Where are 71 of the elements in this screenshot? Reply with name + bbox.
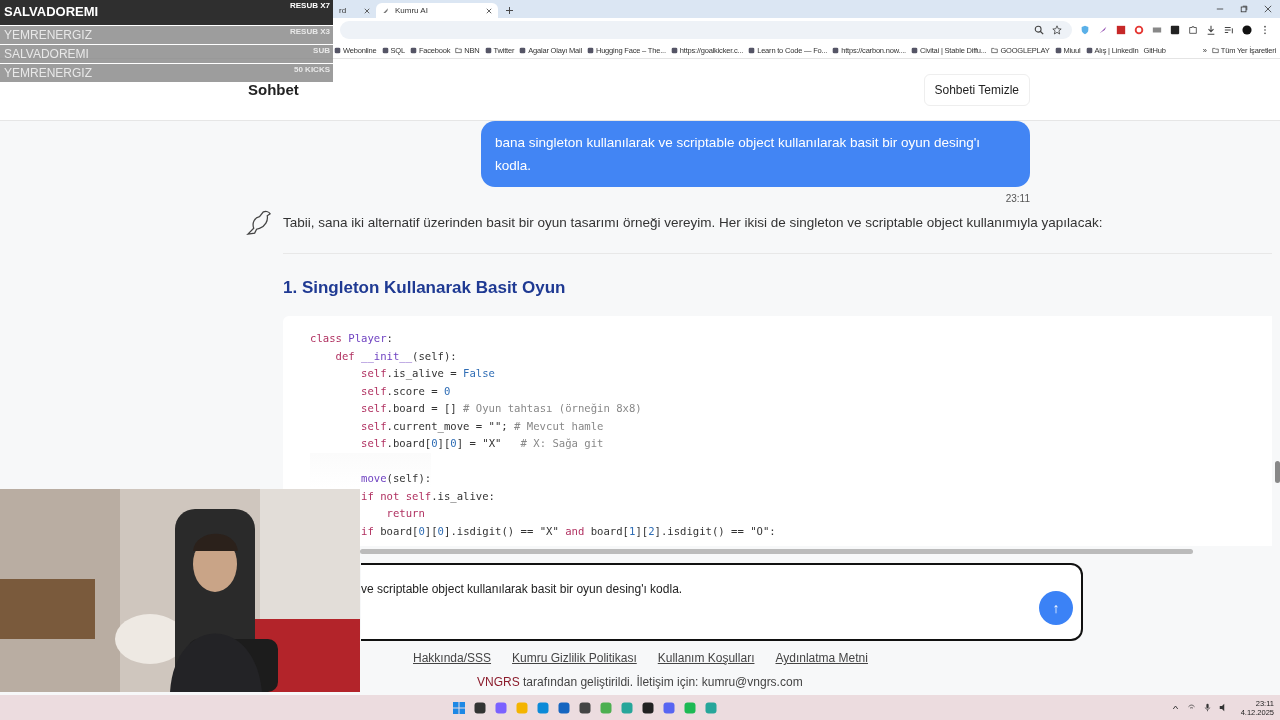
close-tab-icon[interactable] — [486, 7, 492, 14]
alert-name: YEMRENERGIZ — [4, 65, 92, 82]
alert-event: RESUB X7 — [290, 0, 330, 12]
start-icon[interactable] — [451, 700, 466, 715]
browser-tab[interactable]: Kumru AI — [376, 3, 498, 18]
app-icon[interactable] — [472, 700, 487, 715]
code-line: self.current_move = ""; # Mevcut hamle — [360, 418, 604, 435]
new-tab-icon[interactable] — [506, 7, 513, 14]
avatar-icon[interactable] — [1242, 25, 1252, 35]
site-icon — [484, 46, 492, 54]
credit-text: VNGRS tarafından geliştirildi. İletişim için: kumru@vngrs.com — [477, 675, 804, 691]
alert-event: 50 KICKS — [294, 64, 330, 76]
shield-icon[interactable] — [1080, 25, 1090, 35]
site-icon — [832, 46, 840, 54]
site-icon — [748, 46, 756, 54]
download-icon[interactable] — [1206, 25, 1216, 35]
microphone-icon[interactable] — [1202, 703, 1212, 712]
page-title: Sohbet — [248, 81, 299, 98]
code-line: self.board = [] # Oyun tahtası (örneğin 8x8) — [360, 401, 642, 416]
site-icon — [670, 46, 678, 54]
ring-icon[interactable] — [1134, 25, 1144, 35]
message-input[interactable]: ve scriptable object kullanılarak basit bir oyun desing'ı kodla. ↑ — [361, 563, 1083, 641]
chevron-up-icon[interactable] — [1170, 703, 1180, 712]
folder-icon — [1211, 46, 1219, 54]
code-line: if board[0][0].isdigit() == "X" and board[1][2].isdigit() == "O": — [360, 523, 776, 539]
scrollbar[interactable] — [360, 549, 1193, 554]
user-message: bana singleton kullanılarak ve scriptable object kullanılarak basit bir oyun desing'ı kodla. — [481, 121, 1030, 187]
footer-link[interactable]: Kumru Gizlilik Politikası — [512, 651, 637, 665]
zoom-icon[interactable] — [1034, 25, 1044, 35]
code-line: if not self.is_alive: — [360, 488, 495, 505]
app-icon[interactable] — [577, 700, 592, 715]
code-line: def __init__(self): — [334, 348, 457, 365]
footer-link[interactable]: Hakkında/SSS — [413, 651, 492, 665]
app-icon[interactable] — [640, 700, 655, 715]
site-icon — [334, 46, 341, 54]
footer-link[interactable]: Kullanım Koşulları — [657, 651, 755, 665]
alert-event: RESUB X3 — [290, 26, 330, 38]
site-icon — [911, 46, 918, 54]
wifi-icon[interactable] — [1186, 703, 1196, 712]
footer-link[interactable]: Aydınlatma Metni — [775, 651, 868, 665]
alert-event: SUB — [313, 45, 330, 57]
feather-icon[interactable] — [1098, 25, 1108, 35]
puzzle-icon[interactable] — [1188, 25, 1198, 35]
close-tab-icon[interactable] — [364, 7, 370, 14]
assistant-message: Tabii, sana iki alternatif üzerinden basit bir oyun tasarımı örneği vereyim. Her ikisi de singleton ve scriptable object kullanımıyla yapılacak: — [283, 215, 1103, 230]
site-icon — [381, 46, 389, 54]
site-icon — [519, 46, 527, 54]
clear-chat-button[interactable]: Sohbeti Temizle — [923, 73, 1030, 106]
browser-tab[interactable]: rd — [333, 3, 376, 18]
alert-name: SALVADOREMI — [4, 3, 99, 21]
alert-name: YEMRENERGIZ — [4, 27, 92, 44]
star-icon[interactable] — [1052, 25, 1062, 35]
alert-name: SALVADOREMI — [4, 46, 89, 63]
message-time: 23:11 — [1005, 193, 1030, 204]
site-icon — [1085, 46, 1093, 54]
scrollbar[interactable] — [1275, 461, 1280, 483]
site-icon — [409, 46, 417, 54]
code-line: return — [385, 506, 425, 521]
code-line: self.board[0][0] = "X" # X: Sağa git — [360, 436, 604, 451]
section-heading: 1. Singleton Kullanarak Basit Oyun — [283, 278, 567, 298]
folder-icon — [455, 46, 463, 54]
maximize-icon[interactable] — [1240, 5, 1248, 13]
code-line: self.score = 0 — [360, 383, 451, 399]
close-icon[interactable] — [1264, 5, 1272, 13]
folder-icon — [991, 46, 999, 54]
code-line: class Player: — [310, 331, 393, 346]
site-icon — [1054, 46, 1062, 54]
code-line: self.is_alive = False — [360, 366, 495, 382]
send-button[interactable]: ↑ — [1039, 591, 1073, 625]
site-icon — [586, 46, 594, 54]
media-icon[interactable] — [1224, 25, 1234, 35]
